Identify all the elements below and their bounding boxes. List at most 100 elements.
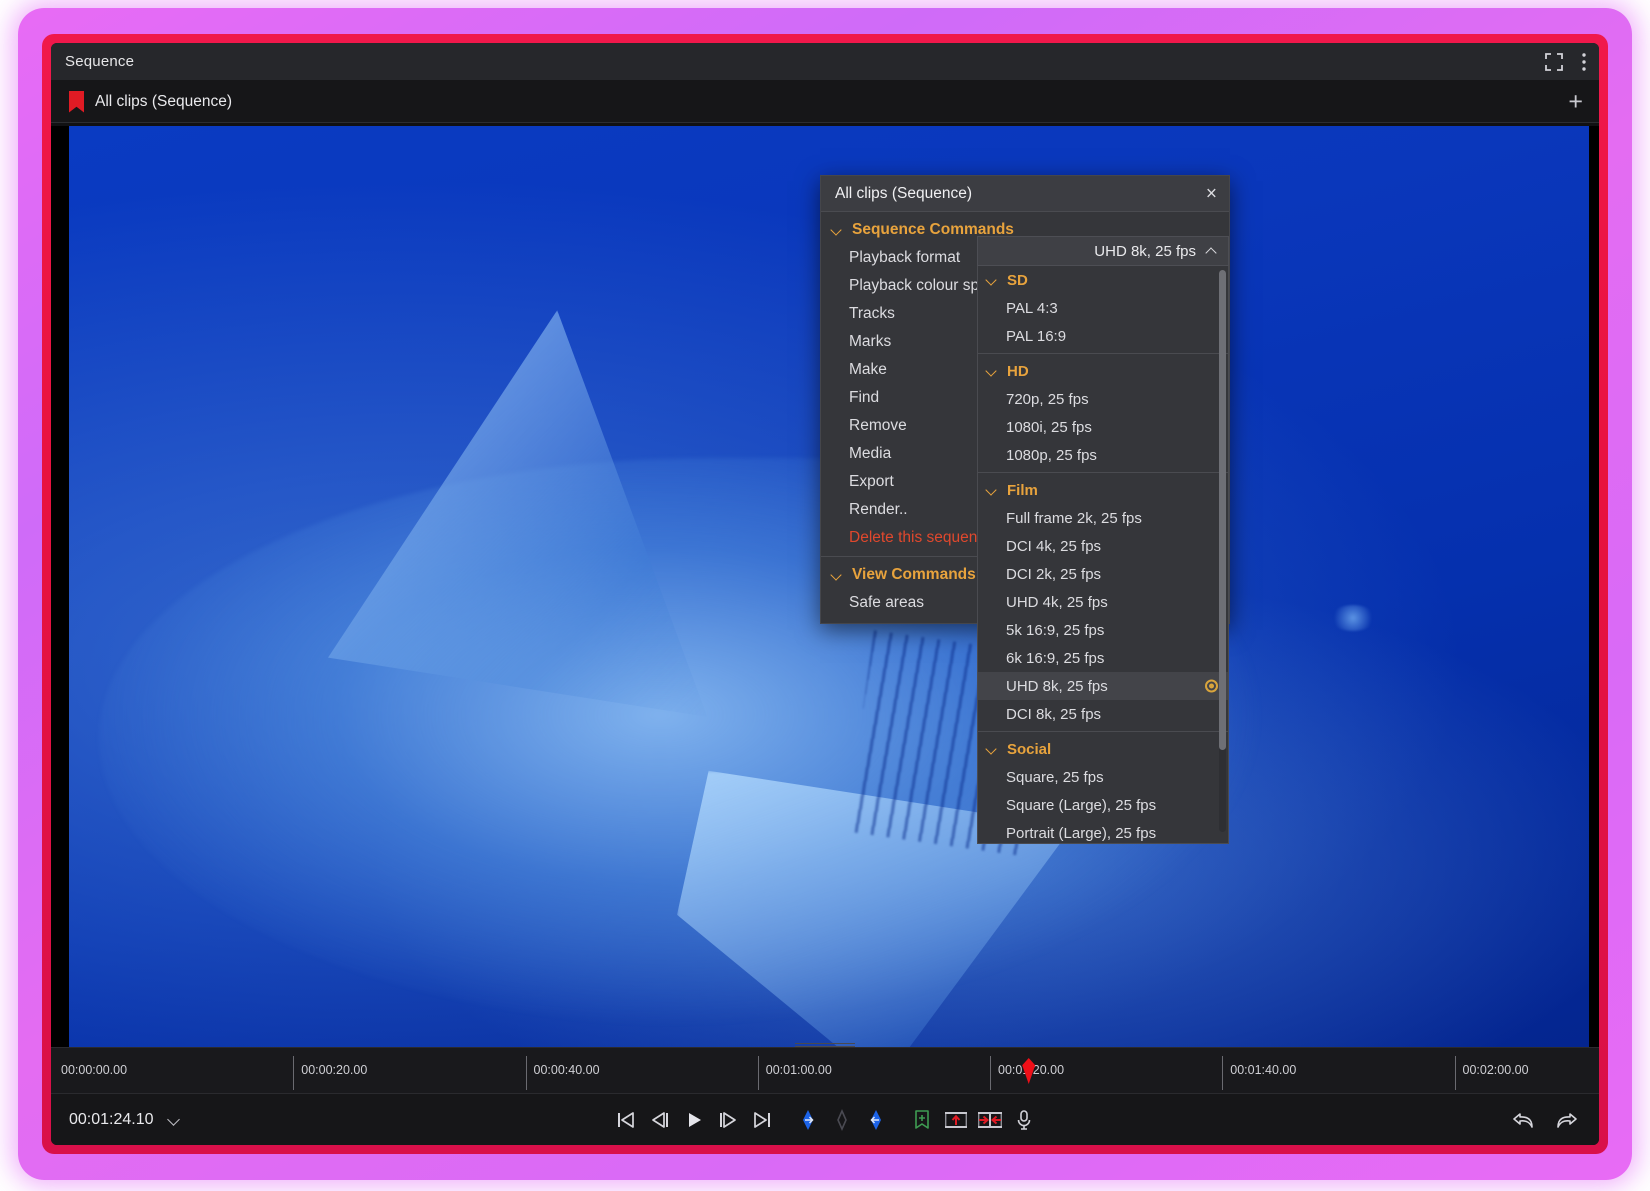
video-viewer: All clips (Sequence) × Sequence Commands… — [51, 126, 1599, 1047]
format-option-dci-4k[interactable]: DCI 4k, 25 fps — [978, 532, 1228, 560]
menu-group-label: View Commands — [852, 566, 976, 583]
add-marker-icon[interactable] — [905, 1103, 939, 1137]
skip-to-start-icon[interactable] — [609, 1103, 643, 1137]
format-option-square-large[interactable]: Square (Large), 25 fps — [978, 791, 1228, 819]
step-forward-icon[interactable] — [711, 1103, 745, 1137]
menu-item-label: Make — [849, 361, 887, 378]
tab-strip: All clips (Sequence) + — [51, 81, 1599, 123]
menu-item-label: Delete this sequence — [849, 529, 994, 546]
option-label: DCI 2k, 25 fps — [1006, 565, 1102, 583]
format-option-pal-4-3[interactable]: PAL 4:3 — [978, 294, 1228, 322]
format-option-1080p[interactable]: 1080p, 25 fps — [978, 441, 1228, 469]
fullscreen-icon[interactable] — [1545, 53, 1563, 71]
option-label: PAL 16:9 — [1006, 327, 1067, 345]
timecode-ruler[interactable]: 00:00:00.00 00:00:20.00 00:00:40.00 00:0… — [61, 1054, 1589, 1092]
chevron-down-icon — [831, 569, 843, 581]
tab-all-clips-sequence[interactable]: All clips (Sequence) — [65, 81, 236, 123]
chevron-down-icon — [986, 484, 998, 496]
ruler-drag-handle[interactable] — [795, 1041, 855, 1047]
format-option-720p[interactable]: 720p, 25 fps — [978, 385, 1228, 413]
ruler-tick: 00:01:00.00 — [757, 1056, 832, 1090]
extract-icon[interactable] — [973, 1103, 1007, 1137]
option-label: DCI 8k, 25 fps — [1006, 705, 1102, 723]
ruler-tick: 00:00:40.00 — [525, 1056, 600, 1090]
background-fish-shape — [1330, 604, 1377, 631]
ruler-tick-label: 00:00:40.00 — [533, 1063, 600, 1077]
dropdown-scrollbar-track[interactable] — [1219, 270, 1226, 832]
section-label: Film — [1007, 481, 1038, 499]
redo-arrow-icon[interactable] — [1555, 1110, 1579, 1130]
option-label: UHD 4k, 25 fps — [1006, 593, 1108, 611]
option-label: Square, 25 fps — [1006, 768, 1104, 786]
chevron-down-icon — [831, 224, 843, 236]
section-label: Social — [1007, 740, 1052, 758]
format-option-pal-16-9[interactable]: PAL 16:9 — [978, 322, 1228, 350]
more-vertical-icon[interactable] — [1581, 52, 1587, 72]
selected-radio-icon — [1205, 679, 1218, 693]
mark-in-icon[interactable] — [791, 1103, 825, 1137]
transport-controls — [609, 1103, 1041, 1137]
option-label: Square (Large), 25 fps — [1006, 796, 1157, 814]
format-divider — [978, 731, 1228, 732]
option-label: 1080i, 25 fps — [1006, 418, 1092, 436]
undo-arrow-icon[interactable] — [1511, 1110, 1535, 1130]
format-section-hd[interactable]: HD — [978, 357, 1228, 385]
chevron-down-icon — [986, 365, 998, 377]
menu-item-label: Find — [849, 389, 880, 406]
transport-bar: 00:01:24.10 — [51, 1093, 1599, 1145]
section-label: HD — [1007, 362, 1029, 380]
add-tab-button[interactable]: + — [1568, 89, 1583, 114]
dropdown-scrollbar-thumb[interactable] — [1219, 270, 1226, 750]
format-section-social[interactable]: Social — [978, 735, 1228, 763]
microphone-icon[interactable] — [1007, 1103, 1041, 1137]
format-divider — [978, 353, 1228, 354]
format-option-5k-16-9[interactable]: 5k 16:9, 25 fps — [978, 616, 1228, 644]
playback-format-dropdown: UHD 8k, 25 fps SD PAL 4:3 PAL 16:9 HD 72… — [977, 236, 1229, 844]
history-controls — [1511, 1110, 1579, 1130]
format-option-6k-16-9[interactable]: 6k 16:9, 25 fps — [978, 644, 1228, 672]
menu-item-label: Playback format — [849, 249, 961, 266]
option-label: 1080p, 25 fps — [1006, 446, 1097, 464]
option-label: PAL 4:3 — [1006, 299, 1058, 317]
mark-out-icon[interactable] — [859, 1103, 893, 1137]
menu-item-label: Tracks — [849, 305, 895, 322]
menu-item-label: Media — [849, 445, 892, 462]
mark-diamond-icon[interactable] — [825, 1103, 859, 1137]
current-timecode-display[interactable]: 00:01:24.10 — [69, 1111, 181, 1129]
skip-to-end-icon[interactable] — [745, 1103, 779, 1137]
format-option-portrait-large[interactable]: Portrait (Large), 25 fps — [978, 819, 1228, 847]
format-option-dci-8k[interactable]: DCI 8k, 25 fps — [978, 700, 1228, 728]
ruler-tick: 00:01:40.00 — [1222, 1056, 1296, 1090]
chevron-down-icon[interactable] — [168, 1113, 181, 1126]
ruler-tick-label: 00:01:40.00 — [1230, 1063, 1297, 1077]
format-option-dci-2k[interactable]: DCI 2k, 25 fps — [978, 560, 1228, 588]
lift-up-icon[interactable] — [939, 1103, 973, 1137]
chevron-down-icon — [986, 743, 998, 755]
tab-label: All clips (Sequence) — [95, 92, 232, 110]
format-option-uhd-4k[interactable]: UHD 4k, 25 fps — [978, 588, 1228, 616]
ruler-tick: 00:02:00.00 — [1454, 1056, 1529, 1090]
playback-format-current-value[interactable]: UHD 8k, 25 fps — [977, 236, 1229, 266]
menu-item-label: Export — [849, 473, 894, 490]
format-option-1080i[interactable]: 1080i, 25 fps — [978, 413, 1228, 441]
option-label: 6k 16:9, 25 fps — [1006, 649, 1105, 667]
close-icon[interactable]: × — [1206, 184, 1217, 203]
format-section-sd[interactable]: SD — [978, 266, 1228, 294]
format-section-film[interactable]: Film — [978, 476, 1228, 504]
ruler-tick: 00:00:20.00 — [293, 1056, 367, 1090]
chevron-down-icon — [986, 274, 998, 286]
step-backward-icon[interactable] — [643, 1103, 677, 1137]
ruler-tick-label: 00:02:00.00 — [1462, 1063, 1529, 1077]
window-titlebar: Sequence — [51, 43, 1599, 81]
titlebar-actions — [1545, 43, 1587, 81]
menu-item-label: Safe areas — [849, 594, 924, 611]
timecode-value: 00:01:24.10 — [69, 1110, 154, 1128]
format-option-uhd-8k[interactable]: UHD 8k, 25 fps — [978, 672, 1228, 700]
menu-item-label: Remove — [849, 417, 907, 434]
option-label: Full frame 2k, 25 fps — [1006, 509, 1142, 527]
timeline-ruler-area[interactable]: 00:00:00.00 00:00:20.00 00:00:40.00 00:0… — [51, 1043, 1599, 1093]
play-icon[interactable] — [677, 1103, 711, 1137]
format-option-full-frame-2k[interactable]: Full frame 2k, 25 fps — [978, 504, 1228, 532]
format-option-square[interactable]: Square, 25 fps — [978, 763, 1228, 791]
window-title: Sequence — [65, 53, 135, 70]
